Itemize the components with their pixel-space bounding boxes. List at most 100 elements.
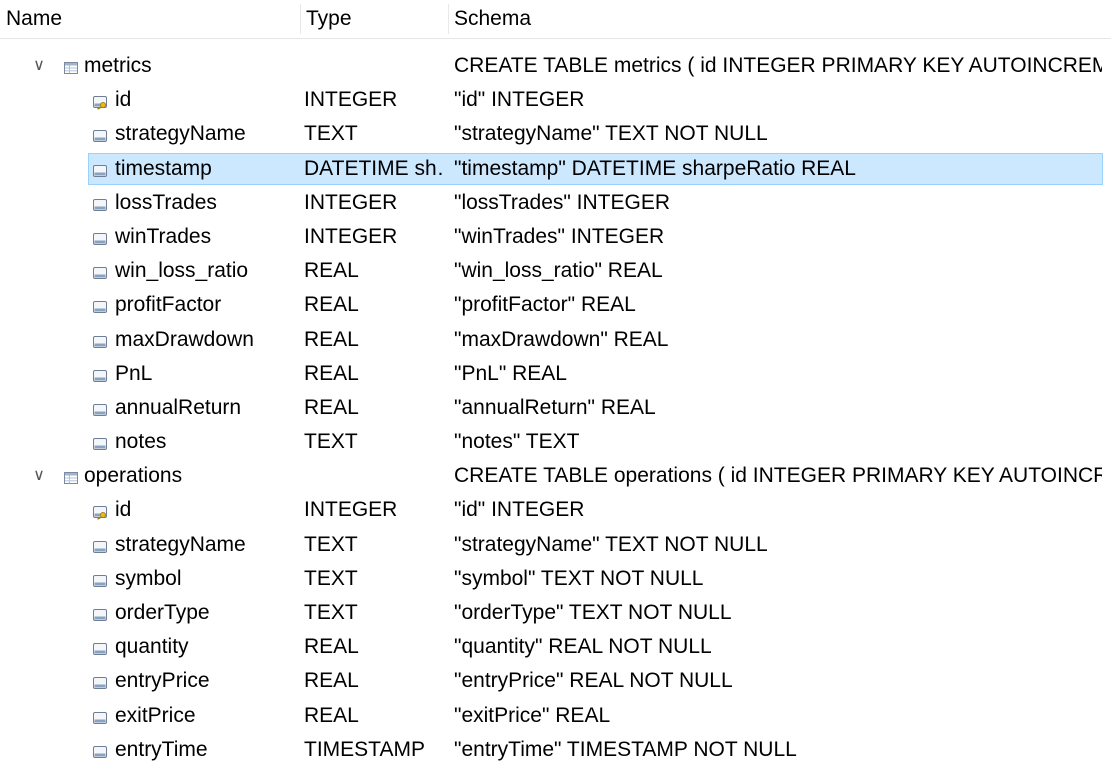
field-icon bbox=[92, 297, 108, 314]
chevron-down-icon[interactable]: ∨ bbox=[31, 49, 47, 83]
field-type: REAL bbox=[304, 669, 359, 693]
field-icon bbox=[92, 263, 108, 280]
field-schema: "timestamp" DATETIME sharpeRatio REAL bbox=[454, 156, 856, 180]
field-name: orderType bbox=[115, 601, 210, 624]
field-schema: "lossTrades" INTEGER bbox=[454, 190, 671, 214]
field-icon bbox=[92, 161, 108, 177]
field-type: REAL bbox=[304, 293, 359, 317]
field-row[interactable]: profitFactor REAL "profitFactor" REAL bbox=[0, 288, 1111, 322]
field-name: entryPrice bbox=[115, 669, 210, 693]
table-row-metrics[interactable]: ∨ metrics CREATE TABLE metrics ( id INTEGE… bbox=[0, 49, 1111, 83]
field-type: REAL bbox=[304, 259, 359, 283]
field-icon bbox=[92, 605, 108, 621]
field-type: INTEGER bbox=[304, 498, 398, 522]
column-header-name[interactable]: Name bbox=[6, 0, 300, 38]
field-type: TEXT bbox=[304, 566, 358, 590]
field-type: REAL bbox=[304, 361, 359, 385]
field-name: maxDrawdown bbox=[115, 327, 254, 351]
field-name: lossTrades bbox=[115, 190, 217, 214]
field-schema: "symbol" TEXT NOT NULL bbox=[454, 566, 704, 590]
column-divider[interactable] bbox=[300, 4, 301, 34]
field-name: quantity bbox=[115, 635, 189, 659]
field-row[interactable]: lossTrades INTEGER "lossTrades" INTEGER bbox=[0, 186, 1111, 220]
field-row[interactable]: maxDrawdown REAL "maxDrawdown" REAL bbox=[0, 323, 1111, 357]
field-row[interactable]: notes TEXT "notes" TEXT bbox=[0, 425, 1111, 459]
field-type: INTEGER bbox=[304, 88, 398, 112]
table-schema: CREATE TABLE metrics ( id INTEGER PRIMAR… bbox=[454, 54, 1102, 77]
chevron-down-icon[interactable]: ∨ bbox=[31, 459, 47, 493]
field-row[interactable]: orderType TEXT "orderType" TEXT NOT NULL bbox=[0, 596, 1111, 630]
primary-key-field-icon bbox=[92, 92, 108, 110]
table-schema: CREATE TABLE operations ( id INTEGER PRI… bbox=[454, 464, 1102, 488]
tree-rows: ∨ metrics CREATE TABLE metrics ( id INTEGE… bbox=[0, 49, 1111, 765]
field-name: winTrades bbox=[115, 224, 212, 248]
field-type: REAL bbox=[304, 703, 359, 727]
field-schema: "profitFactor" REAL bbox=[454, 293, 636, 317]
field-row[interactable]: entryPrice REAL "entryPrice" REAL NOT NULL bbox=[0, 664, 1111, 698]
field-row[interactable]: quantity REAL "quantity" REAL NOT NULL bbox=[0, 630, 1111, 664]
table-name: metrics bbox=[84, 54, 152, 77]
field-schema: "id" INTEGER bbox=[454, 88, 585, 112]
field-row[interactable]: id INTEGER "id" INTEGER bbox=[0, 493, 1111, 527]
field-icon bbox=[92, 537, 108, 553]
field-icon bbox=[92, 639, 108, 656]
column-divider[interactable] bbox=[448, 4, 449, 34]
field-schema: "id" INTEGER bbox=[454, 498, 585, 522]
field-row[interactable]: winTrades INTEGER "winTrades" INTEGER bbox=[0, 220, 1111, 254]
field-type: TEXT bbox=[304, 122, 358, 146]
field-schema: "annualReturn" REAL bbox=[454, 395, 656, 419]
field-row[interactable]: annualReturn REAL "annualReturn" REAL bbox=[0, 391, 1111, 425]
field-icon bbox=[92, 571, 108, 587]
field-row[interactable]: exitPrice REAL "exitPrice" REAL bbox=[0, 699, 1111, 733]
field-icon bbox=[92, 229, 108, 245]
field-schema: "orderType" TEXT NOT NULL bbox=[454, 601, 732, 624]
field-schema: "strategyName" TEXT NOT NULL bbox=[454, 532, 768, 556]
column-header-bar: Name Type Schema bbox=[0, 0, 1111, 39]
field-type: DATETIME sh… bbox=[304, 156, 446, 180]
field-schema: "quantity" REAL NOT NULL bbox=[454, 635, 712, 659]
field-name: exitPrice bbox=[115, 703, 196, 727]
field-type: INTEGER bbox=[304, 224, 398, 248]
field-type: TEXT bbox=[304, 601, 358, 624]
table-row-operations[interactable]: ∨ operations CREATE TABLE operations ( id … bbox=[0, 459, 1111, 493]
table-name: operations bbox=[84, 464, 183, 488]
field-icon bbox=[92, 366, 108, 382]
field-schema: "notes" TEXT bbox=[454, 430, 580, 454]
field-type: REAL bbox=[304, 395, 359, 419]
field-name: notes bbox=[115, 430, 167, 454]
field-icon bbox=[92, 708, 108, 724]
field-row[interactable]: entryTime TIMESTAMP "entryTime" TIMESTAMP … bbox=[0, 733, 1111, 765]
field-icon bbox=[92, 195, 108, 211]
field-name: strategyName bbox=[115, 532, 246, 556]
field-schema: "exitPrice" REAL bbox=[454, 703, 611, 727]
field-schema: "entryPrice" REAL NOT NULL bbox=[454, 669, 733, 693]
field-name: symbol bbox=[115, 566, 182, 590]
field-icon bbox=[92, 400, 108, 416]
field-schema: "winTrades" INTEGER bbox=[454, 224, 665, 248]
column-header-schema[interactable]: Schema bbox=[454, 0, 1104, 38]
field-schema: "entryTime" TIMESTAMP NOT NULL bbox=[454, 737, 797, 761]
field-row[interactable]: timestamp DATETIME sh… "timestamp" DATETIM… bbox=[0, 152, 1111, 186]
field-row[interactable]: strategyName TEXT "strategyName" TEXT NOT … bbox=[0, 528, 1111, 562]
field-row[interactable]: strategyName TEXT "strategyName" TEXT NOT … bbox=[0, 117, 1111, 151]
field-name: id bbox=[115, 498, 132, 522]
field-row[interactable]: symbol TEXT "symbol" TEXT NOT NULL bbox=[0, 562, 1111, 596]
field-row[interactable]: PnL REAL "PnL" REAL bbox=[0, 357, 1111, 391]
schema-tree-view: Name Type Schema ∨ metrics CREATE TABLE me… bbox=[0, 0, 1111, 765]
field-type: REAL bbox=[304, 327, 359, 351]
field-schema: "PnL" REAL bbox=[454, 361, 567, 385]
field-type: TEXT bbox=[304, 532, 358, 556]
column-header-type[interactable]: Type bbox=[306, 0, 446, 38]
field-name: strategyName bbox=[115, 122, 246, 146]
field-icon bbox=[92, 673, 108, 690]
field-name: entryTime bbox=[115, 737, 208, 761]
field-row[interactable]: id INTEGER "id" INTEGER bbox=[0, 83, 1111, 117]
field-name: timestamp bbox=[115, 156, 212, 180]
field-name: annualReturn bbox=[115, 395, 242, 419]
field-name: win_loss_ratio bbox=[115, 259, 249, 283]
field-row[interactable]: win_loss_ratio REAL "win_loss_ratio" REAL bbox=[0, 254, 1111, 288]
field-type: INTEGER bbox=[304, 190, 398, 214]
field-schema: "maxDrawdown" REAL bbox=[454, 327, 669, 351]
table-icon bbox=[63, 468, 79, 485]
field-name: id bbox=[115, 88, 132, 112]
